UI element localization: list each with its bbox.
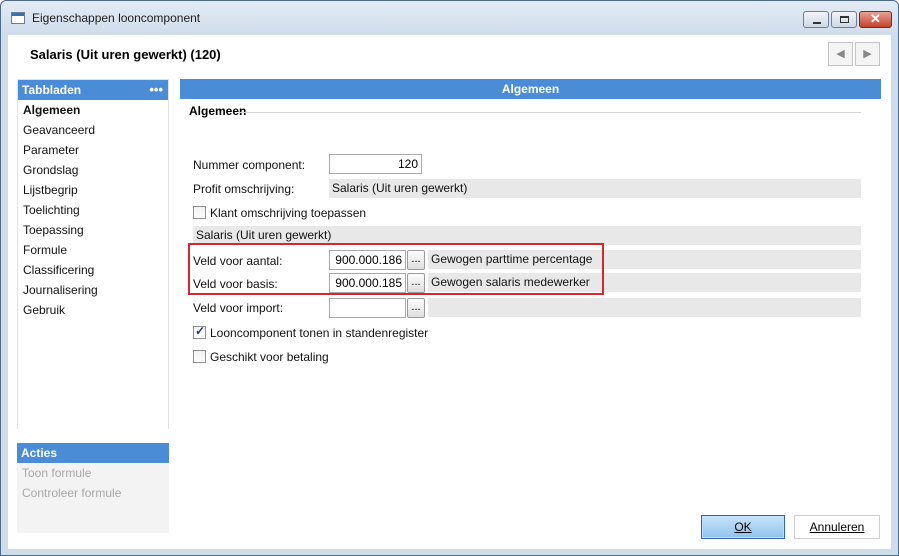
tab-lijstbegrip[interactable]: Lijstbegrip <box>18 180 168 200</box>
tab-classificering[interactable]: Classificering <box>18 260 168 280</box>
highlight-box <box>188 243 604 295</box>
tab-journalisering[interactable]: Journalisering <box>18 280 168 300</box>
app-icon <box>11 12 25 24</box>
action-toon-formule[interactable]: Toon formule <box>17 463 169 483</box>
geschikt-betaling-label: Geschikt voor betaling <box>210 350 329 364</box>
tab-formule[interactable]: Formule <box>18 240 168 260</box>
chevron-right-icon: ▶ <box>863 48 872 60</box>
minimize-icon <box>813 22 821 24</box>
more-options-icon[interactable]: ••• <box>149 80 163 100</box>
next-record-button[interactable]: ▶ <box>855 42 880 66</box>
window-title: Eigenschappen looncomponent <box>32 11 201 25</box>
maximize-button[interactable] <box>831 11 857 28</box>
ok-button-label: OK <box>734 520 752 534</box>
tab-parameter[interactable]: Parameter <box>18 140 168 160</box>
looncomponent-tonen-checkbox[interactable] <box>193 324 206 339</box>
klant-omschrijving-checkbox[interactable] <box>193 206 206 219</box>
profit-omschrijving-label: Profit omschrijving: <box>193 182 295 196</box>
tab-grondslag[interactable]: Grondslag <box>18 160 168 180</box>
nummer-component-input[interactable]: 120 <box>329 154 422 174</box>
veld-import-description <box>428 298 861 317</box>
tabs-panel: Tabbladen ••• Algemeen Geavanceerd Param… <box>17 79 169 429</box>
maximize-icon <box>840 16 849 23</box>
tab-gebruik[interactable]: Gebruik <box>18 300 168 320</box>
action-controleer-formule[interactable]: Controleer formule <box>17 483 169 503</box>
geschikt-betaling-checkbox[interactable] <box>193 350 206 363</box>
tab-toepassing[interactable]: Toepassing <box>18 220 168 240</box>
tab-algemeen[interactable]: Algemeen <box>18 100 168 120</box>
close-icon: ✕ <box>870 11 881 26</box>
looncomponent-tonen-label: Looncomponent tonen in standenregister <box>210 326 429 340</box>
veld-import-lookup-button[interactable]: ... <box>407 298 425 318</box>
tab-toelichting[interactable]: Toelichting <box>18 200 168 220</box>
page-title: Salaris (Uit uren gewerkt) (120) <box>30 47 221 62</box>
chevron-left-icon: ◀ <box>836 48 845 60</box>
klant-omschrijving-label: Klant omschrijving toepassen <box>210 206 367 220</box>
veld-import-label: Veld voor import: <box>193 301 284 315</box>
main-panel: Algemeen Algemeen Nummer component: 120 … <box>180 79 881 539</box>
tab-geavanceerd[interactable]: Geavanceerd <box>18 120 168 140</box>
actions-panel: Acties Toon formule Controleer formule <box>17 443 169 533</box>
title-bar[interactable]: Eigenschappen looncomponent ✕ <box>1 1 898 35</box>
main-panel-header: Algemeen <box>180 79 881 99</box>
dialog-content: Salaris (Uit uren gewerkt) (120) ◀ ▶ Tab… <box>8 35 891 549</box>
tab-list: Algemeen Geavanceerd Parameter Grondslag… <box>18 100 168 320</box>
ok-button[interactable]: OK <box>701 515 785 539</box>
section-title: Algemeen <box>189 104 247 118</box>
cancel-button[interactable]: Annuleren <box>794 515 880 539</box>
minimize-button[interactable] <box>803 11 829 28</box>
tabs-panel-title: Tabbladen <box>22 83 82 97</box>
close-button[interactable]: ✕ <box>859 11 892 28</box>
section-divider <box>240 112 861 113</box>
properties-window: Eigenschappen looncomponent ✕ Salaris (U… <box>0 0 899 556</box>
nummer-component-label: Nummer component: <box>193 158 306 172</box>
record-navigation: ◀ ▶ <box>828 42 880 66</box>
actions-panel-title: Acties <box>17 443 169 463</box>
cancel-button-label: Annuleren <box>809 520 865 534</box>
tabs-panel-header: Tabbladen ••• <box>18 80 168 100</box>
veld-import-input[interactable] <box>329 298 406 318</box>
previous-record-button[interactable]: ◀ <box>828 42 853 66</box>
profit-omschrijving-value: Salaris (Uit uren gewerkt) <box>329 179 861 198</box>
